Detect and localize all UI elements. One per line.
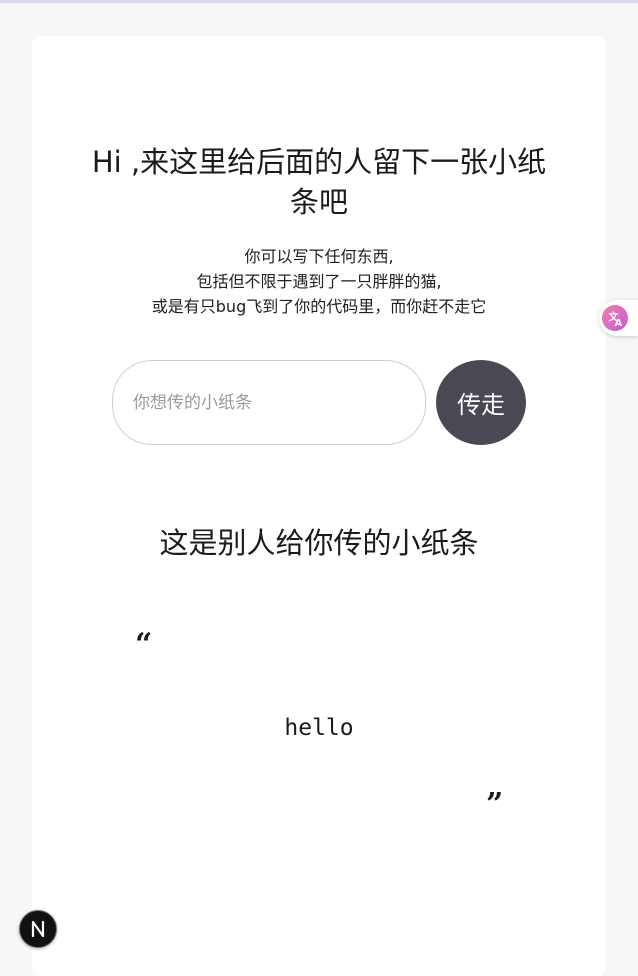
close-quote-icon: ”	[486, 787, 504, 822]
note-input[interactable]	[112, 360, 426, 445]
open-quote-icon: “	[135, 627, 153, 662]
send-button[interactable]: 传走	[436, 360, 526, 445]
svg-text:A: A	[615, 318, 623, 329]
top-accent-line	[0, 0, 638, 3]
received-section-title: 这是别人给你传的小纸条	[159, 526, 479, 560]
nextjs-logo-icon[interactable]	[19, 910, 57, 948]
translate-icon: 文 A	[602, 305, 628, 331]
translate-widget[interactable]: 文 A	[599, 300, 638, 336]
page-description: 你可以写下任何东西, 包括但不限于遇到了一只胖胖的猫, 或是有只bug飞到了你的…	[100, 244, 538, 319]
page-title: Hi ,来这里给后面的人留下一张小纸条吧	[91, 145, 547, 219]
received-message: hello	[284, 715, 354, 741]
description-line-2: 包括但不限于遇到了一只胖胖的猫,	[196, 272, 442, 291]
description-line-1: 你可以写下任何东西,	[244, 247, 394, 266]
description-line-3: 或是有只bug飞到了你的代码里，而你赶不走它	[151, 297, 487, 316]
